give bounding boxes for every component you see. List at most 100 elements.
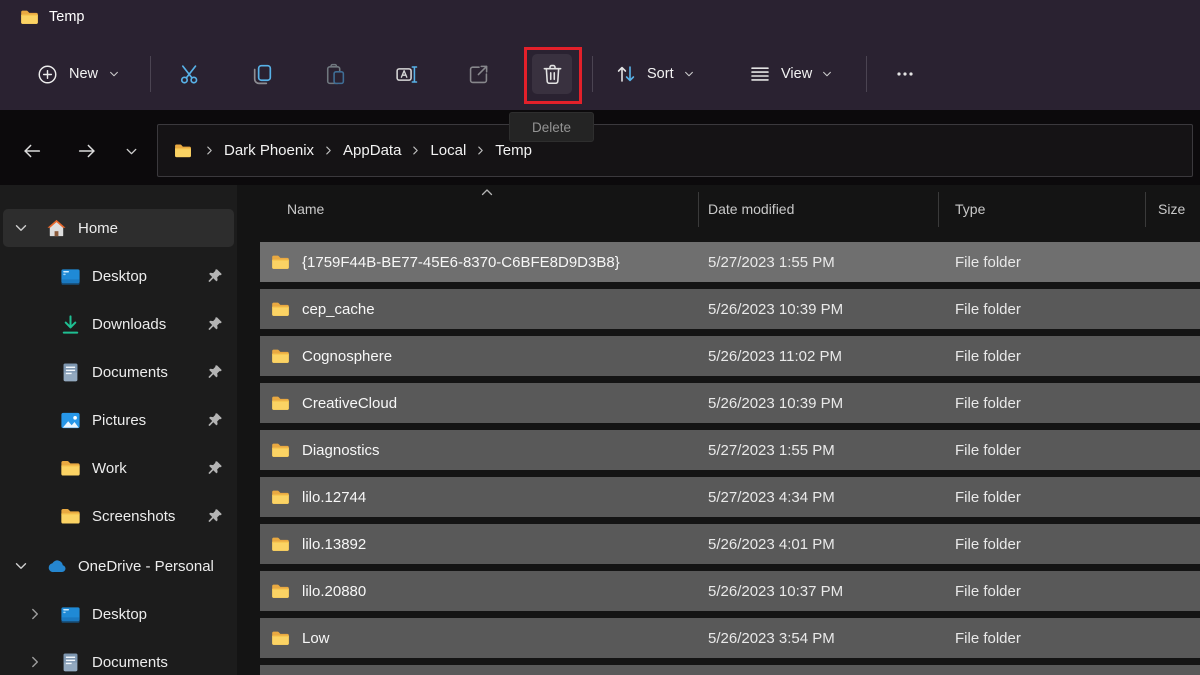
sort-button[interactable]: Sort xyxy=(604,54,705,94)
desktop-icon xyxy=(59,603,82,626)
sidebar-item-label: Downloads xyxy=(92,316,166,333)
sidebar-list: Home Desktop Downloads Documents Pictures Wor… xyxy=(0,185,237,675)
copy-icon xyxy=(250,62,275,87)
breadcrumb-chevron-icon[interactable] xyxy=(204,145,215,156)
sidebar-item-screenshots[interactable]: Screenshots xyxy=(3,497,234,535)
chevron-down-icon[interactable] xyxy=(13,220,33,236)
arrow-right-icon xyxy=(76,140,98,162)
sidebar-item-pictures[interactable]: Pictures xyxy=(3,401,234,439)
file-row[interactable]: lilo.127445/27/2023 4:34 PMFile folder xyxy=(260,477,1200,517)
chevron-right-icon[interactable] xyxy=(27,606,47,622)
column-header-name[interactable]: Name xyxy=(287,201,324,217)
file-date-modified: 5/27/2023 1:55 PM xyxy=(708,442,835,459)
onedrive-icon xyxy=(45,555,68,578)
folder-icon xyxy=(269,299,292,320)
sidebar-item-documents[interactable]: Documents xyxy=(3,353,234,391)
folder-icon xyxy=(269,534,292,555)
file-date-modified: 5/26/2023 4:01 PM xyxy=(708,536,835,553)
rename-icon xyxy=(394,62,419,87)
address-bar[interactable]: Dark Phoenix AppData Local Temp xyxy=(157,124,1193,177)
recent-locations-button[interactable] xyxy=(112,132,150,170)
file-name: lilo.20880 xyxy=(302,583,366,600)
file-row[interactable]: Diagnostics5/27/2023 1:55 PMFile folder xyxy=(260,430,1200,470)
file-row[interactable] xyxy=(260,665,1200,675)
sidebar-item-desktop[interactable]: Desktop xyxy=(3,595,234,633)
breadcrumb-segment[interactable]: Temp xyxy=(495,142,532,159)
breadcrumb-segment[interactable]: Dark Phoenix xyxy=(224,142,314,159)
cut-button[interactable] xyxy=(170,54,210,94)
pin-icon xyxy=(207,364,223,380)
copy-button[interactable] xyxy=(242,54,282,94)
share-button[interactable] xyxy=(458,54,498,94)
new-button[interactable]: New xyxy=(24,52,132,96)
chevron-down-icon[interactable] xyxy=(13,558,33,574)
file-row[interactable]: lilo.208805/26/2023 10:37 PMFile folder xyxy=(260,571,1200,611)
file-date-modified: 5/27/2023 1:55 PM xyxy=(708,254,835,271)
column-header-row: Name Date modified Type Size xyxy=(237,185,1200,232)
column-resize-handle[interactable] xyxy=(938,192,939,227)
folder-icon xyxy=(269,581,292,602)
paste-button[interactable] xyxy=(314,54,354,94)
file-date-modified: 5/26/2023 11:02 PM xyxy=(708,348,842,365)
folder-icon xyxy=(59,505,82,528)
folder-icon xyxy=(269,252,292,273)
rename-button[interactable] xyxy=(386,54,426,94)
delete-tooltip-label: Delete xyxy=(532,120,571,135)
sidebar-item-onedrive-personal[interactable]: OneDrive - Personal xyxy=(3,547,234,585)
file-row[interactable]: Cognosphere5/26/2023 11:02 PMFile folder xyxy=(260,336,1200,376)
file-row[interactable]: Low5/26/2023 3:54 PMFile folder xyxy=(260,618,1200,658)
sidebar-item-label: Documents xyxy=(92,364,168,381)
navigation-bar: Dark Phoenix AppData Local Temp xyxy=(0,110,1200,185)
column-resize-handle[interactable] xyxy=(698,192,699,227)
file-type: File folder xyxy=(955,442,1021,459)
toolbar-divider xyxy=(866,56,867,92)
sidebar-item-downloads[interactable]: Downloads xyxy=(3,305,234,343)
breadcrumb-segment[interactable]: Local xyxy=(430,142,466,159)
expander-spacer xyxy=(27,412,47,428)
file-row[interactable]: lilo.138925/26/2023 4:01 PMFile folder xyxy=(260,524,1200,564)
sidebar-item-work[interactable]: Work xyxy=(3,449,234,487)
sidebar-item-label: Pictures xyxy=(92,412,146,429)
chevron-down-icon xyxy=(821,68,833,80)
file-row[interactable]: CreativeCloud5/26/2023 10:39 PMFile fold… xyxy=(260,383,1200,423)
breadcrumb-chevron-icon[interactable] xyxy=(410,145,421,156)
sidebar-item-label: Work xyxy=(92,460,127,477)
downloads-icon xyxy=(59,313,82,336)
sidebar-item-label: Desktop xyxy=(92,268,147,285)
file-type: File folder xyxy=(955,583,1021,600)
view-button-label: View xyxy=(781,66,812,82)
column-header-type[interactable]: Type xyxy=(955,201,985,217)
sort-ascending-caret-icon xyxy=(479,186,495,198)
column-resize-handle[interactable] xyxy=(1145,192,1146,227)
back-button[interactable] xyxy=(13,132,51,170)
chevron-down-icon xyxy=(124,144,139,159)
file-date-modified: 5/26/2023 3:54 PM xyxy=(708,630,835,647)
file-date-modified: 5/26/2023 10:39 PM xyxy=(708,395,843,412)
sidebar-item-desktop[interactable]: Desktop xyxy=(3,257,234,295)
arrow-left-icon xyxy=(21,140,43,162)
sidebar-item-home[interactable]: Home xyxy=(3,209,234,247)
delete-button[interactable] xyxy=(532,54,572,94)
file-type: File folder xyxy=(955,536,1021,553)
chevron-right-icon[interactable] xyxy=(27,654,47,670)
titlebar: Temp xyxy=(0,0,1200,37)
toolbar-divider xyxy=(592,56,593,92)
column-header-date-modified[interactable]: Date modified xyxy=(708,201,794,217)
column-header-size[interactable]: Size xyxy=(1158,201,1185,217)
circle-plus-icon xyxy=(36,63,59,86)
sidebar-item-documents[interactable]: Documents xyxy=(3,643,234,675)
breadcrumb-chevron-icon[interactable] xyxy=(323,145,334,156)
expander-spacer xyxy=(27,508,47,524)
ellipsis-icon xyxy=(893,62,917,86)
see-more-button[interactable] xyxy=(884,54,926,94)
breadcrumb-segment[interactable]: AppData xyxy=(343,142,401,159)
forward-button[interactable] xyxy=(68,132,106,170)
file-row[interactable]: {1759F44B-BE77-45E6-8370-C6BFE8D9D3B8}5/… xyxy=(260,242,1200,282)
view-button[interactable]: View xyxy=(738,54,843,94)
breadcrumb-chevron-icon[interactable] xyxy=(475,145,486,156)
documents-icon xyxy=(59,361,82,384)
file-row[interactable]: cep_cache5/26/2023 10:39 PMFile folder xyxy=(260,289,1200,329)
chevron-down-icon xyxy=(108,68,120,80)
trash-icon xyxy=(540,62,565,87)
folder-icon xyxy=(172,141,194,161)
